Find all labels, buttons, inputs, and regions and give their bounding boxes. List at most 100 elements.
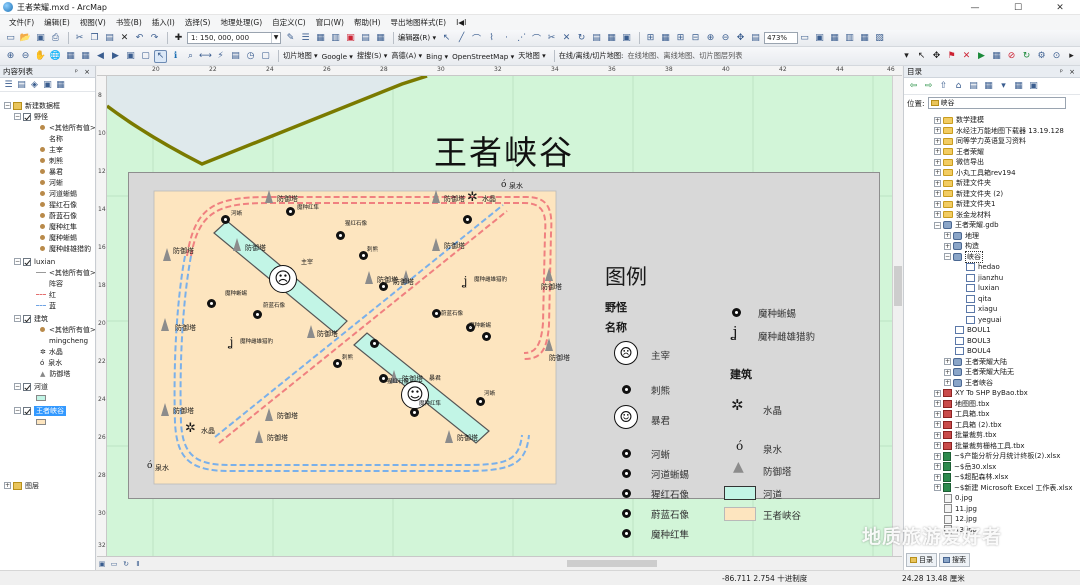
- fixed-zoom-out-icon[interactable]: ⊟: [689, 32, 702, 45]
- layout-zoom-dropdown[interactable]: 473%: [764, 32, 799, 44]
- catalog-item[interactable]: jianzhu: [966, 273, 1003, 284]
- layout-view[interactable]: 20 22 24 26 28 30 32 34 36 38 40 42 44 4…: [97, 66, 902, 570]
- minimize-button[interactable]: —: [955, 0, 995, 15]
- back-icon[interactable]: ⇦: [907, 80, 920, 93]
- catalog-item[interactable]: + 王者荣耀: [934, 147, 984, 158]
- expand-icon[interactable]: +: [4, 482, 11, 489]
- vertical-scroll-thumb[interactable]: [894, 266, 902, 306]
- forward-extent-icon[interactable]: ▶: [109, 50, 122, 63]
- expand-icon[interactable]: +: [944, 379, 951, 387]
- expand-icon[interactable]: +: [934, 389, 941, 397]
- tianditu-dropdown[interactable]: 天地图 ▾: [518, 51, 545, 61]
- flag-icon[interactable]: ⚑: [945, 50, 958, 63]
- delete-icon[interactable]: ✕: [118, 32, 131, 45]
- toc-row-luxian[interactable]: − luxian: [14, 256, 55, 267]
- full-extent-icon[interactable]: 🌐: [49, 50, 62, 63]
- catalog-item[interactable]: + 张金龙材料: [934, 210, 991, 221]
- toc-row-blue-golem[interactable]: 蔚蓝石像: [40, 210, 77, 221]
- collapse-icon[interactable]: −: [944, 253, 951, 261]
- rotate-icon[interactable]: ↻: [575, 32, 588, 45]
- settings-icon[interactable]: ⚙: [1035, 50, 1048, 63]
- toc-row-jianzhu[interactable]: − 建筑: [14, 313, 48, 324]
- menu-customize[interactable]: 自定义(C): [267, 17, 311, 28]
- toc-row-tower[interactable]: ▲ 防御塔: [40, 368, 70, 379]
- catalog-pin-close[interactable]: ᵖ ×: [1060, 66, 1077, 78]
- collapse-icon[interactable]: −: [14, 258, 21, 265]
- catalog-item[interactable]: + 地图图.tbx: [934, 399, 990, 410]
- data-driven-pages-icon[interactable]: ▥: [843, 32, 856, 45]
- catalog-item-selected[interactable]: − 峡谷: [944, 250, 983, 263]
- pan-page-icon[interactable]: ✥: [734, 32, 747, 45]
- pause-drawing-icon[interactable]: Ⅱ: [133, 559, 143, 569]
- menu-windows[interactable]: 窗口(W): [311, 17, 349, 28]
- clear-selection-icon[interactable]: ▢: [139, 50, 152, 63]
- catalog-item[interactable]: + XY To SHP ByBao.tbx: [934, 388, 1028, 399]
- python-window-icon[interactable]: ▤: [359, 32, 372, 45]
- collapse-icon[interactable]: −: [934, 221, 941, 229]
- catalog-window-icon[interactable]: ▦: [314, 32, 327, 45]
- editor-toolbar-icon[interactable]: ✎: [284, 32, 297, 45]
- arrow-tool-icon[interactable]: ↖: [915, 50, 928, 63]
- expand-icon[interactable]: +: [934, 137, 941, 145]
- expand-icon[interactable]: +: [934, 400, 941, 408]
- openstreetmap-dropdown[interactable]: OpenStreetMap ▾: [452, 52, 514, 61]
- expand-icon[interactable]: +: [934, 421, 941, 429]
- catalog-item[interactable]: + 同等学力英语复习资料: [934, 136, 1026, 147]
- layout-grid-icon[interactable]: ▦: [858, 32, 871, 45]
- toc-row-blue[interactable]: 蓝: [36, 300, 56, 311]
- save-icon[interactable]: ▣: [34, 32, 47, 45]
- add-data-icon[interactable]: ✚: [172, 32, 185, 45]
- connect-folder-icon[interactable]: ▤: [967, 80, 980, 93]
- new-document-icon[interactable]: ▭: [4, 32, 17, 45]
- tab-catalog[interactable]: 目录: [906, 553, 937, 567]
- expand-icon[interactable]: +: [934, 158, 941, 166]
- catalog-item[interactable]: qita: [966, 294, 991, 305]
- tile-map-dropdown[interactable]: 切片地图 ▾: [283, 51, 318, 61]
- zoom-page-in-icon[interactable]: ⊕: [704, 32, 717, 45]
- expand-icon[interactable]: +: [934, 179, 941, 187]
- menu-file[interactable]: 文件(F): [4, 17, 39, 28]
- expand-icon[interactable]: +: [934, 211, 941, 219]
- fixed-zoom-out-icon[interactable]: ▦: [79, 50, 92, 63]
- catalog-item[interactable]: + 批量裁剪栅格工具.tbx: [934, 441, 1025, 452]
- toc-row-red-golem[interactable]: 猩红石像: [40, 199, 77, 210]
- toc-options-icon[interactable]: ▦: [55, 79, 66, 90]
- catalog-item[interactable]: + ~$新建 Microsoft Excel 工作表.xlsx: [934, 483, 1073, 494]
- maximize-button[interactable]: ☐: [998, 0, 1038, 15]
- catalog-item[interactable]: luxian: [966, 283, 999, 294]
- paste-icon[interactable]: ▤: [103, 32, 116, 45]
- gaode-dropdown[interactable]: 高德(A) ▾: [391, 51, 422, 61]
- zoom-in-icon[interactable]: ⊕: [4, 50, 17, 63]
- expand-icon[interactable]: +: [934, 452, 941, 460]
- select-elements-icon[interactable]: ↖: [154, 49, 167, 63]
- close-button[interactable]: ✕: [1040, 0, 1080, 15]
- collapse-icon[interactable]: −: [14, 113, 21, 120]
- layer-visibility-checkbox[interactable]: [23, 112, 31, 121]
- catalog-item[interactable]: + ~$产能分析分月统计终板(2).xlsx: [934, 451, 1060, 462]
- create-viewer-icon[interactable]: ▢: [259, 50, 272, 63]
- menu-selection[interactable]: 选择(S): [180, 17, 216, 28]
- catalog-item[interactable]: 11.jpg: [944, 504, 977, 515]
- pan-icon[interactable]: ✋: [34, 50, 47, 63]
- map-frame[interactable]: 防御塔 防御塔 防御塔 防御塔 防御塔 防御塔 防御塔 防御塔 防御塔 防御塔 …: [128, 172, 880, 541]
- catalog-item[interactable]: + 批量裁剪.tbx: [934, 430, 997, 441]
- no-entry-icon[interactable]: ⊘: [1005, 50, 1018, 63]
- end-point-arc-icon[interactable]: ⌒: [470, 32, 483, 45]
- copy-icon[interactable]: ❐: [88, 32, 101, 45]
- collapse-icon[interactable]: −: [4, 102, 11, 109]
- overflow-icon[interactable]: ▸: [1065, 50, 1078, 63]
- catalog-item[interactable]: + 工具箱.tbx: [934, 409, 990, 420]
- catalog-item[interactable]: + 工具箱 (2).tbx: [934, 420, 1002, 431]
- layer-visibility-checkbox[interactable]: [23, 257, 31, 266]
- redo-icon[interactable]: ↷: [148, 32, 161, 45]
- back-extent-icon[interactable]: ◀: [94, 50, 107, 63]
- catalog-item[interactable]: + 微信导出: [934, 157, 984, 168]
- expand-icon[interactable]: +: [934, 463, 941, 471]
- expand-icon[interactable]: +: [934, 200, 941, 208]
- zoom-whole-page-icon[interactable]: ⊞: [644, 32, 657, 45]
- toc-row-lizard[interactable]: 河道蜥蜴: [40, 188, 77, 199]
- location-input[interactable]: 峡谷: [927, 97, 1066, 109]
- catalog-item[interactable]: + 小丸工具箱rev194: [934, 168, 1016, 179]
- toc-row-river-symbol[interactable]: [36, 392, 49, 403]
- catalog-item[interactable]: + 王者荣耀大陆: [944, 357, 1007, 368]
